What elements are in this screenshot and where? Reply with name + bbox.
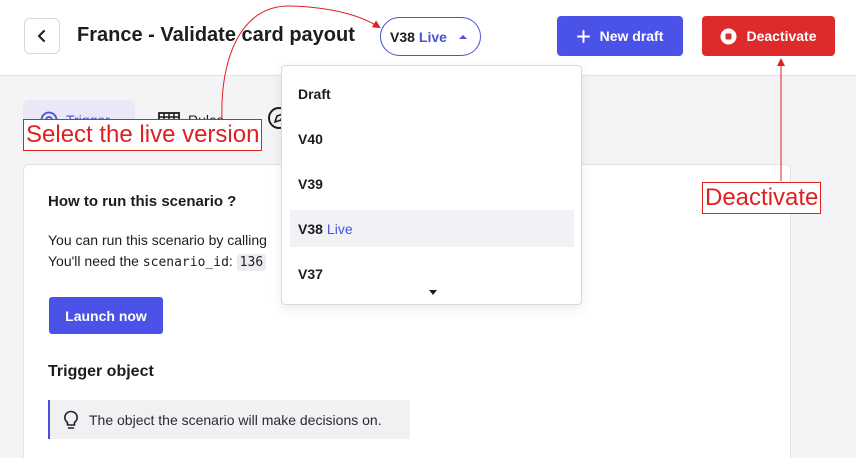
annotation-deactivate: Deactivate — [702, 182, 822, 214]
plus-icon — [576, 29, 590, 43]
launch-now-button[interactable]: Launch now — [49, 297, 163, 334]
page-title: France - Validate card payout — [77, 24, 355, 46]
scenario-id-value: 136 — [236, 254, 267, 271]
run-text-prefix: You'll need the — [48, 253, 143, 269]
run-instructions-line-2: You'll need the scenario_id: 136 — [48, 253, 267, 271]
version-number: V38 — [390, 28, 415, 45]
caret-up-icon — [458, 34, 467, 39]
version-option-label: Draft — [298, 85, 331, 102]
version-selector[interactable]: V38 Live — [380, 17, 481, 56]
new-draft-button[interactable]: New draft — [557, 16, 683, 56]
version-option-label: V38 — [298, 220, 323, 237]
version-option-live-badge: Live — [326, 220, 353, 237]
annotation-select-live-version: Select the live version — [23, 119, 263, 151]
version-dropdown: Draft V40 V39 V38 Live V37 — [281, 65, 582, 305]
lightbulb-icon — [64, 410, 78, 429]
version-option-label: V37 — [298, 265, 323, 282]
version-option-v39[interactable]: V39 — [290, 165, 574, 202]
deactivate-button[interactable]: Deactivate — [702, 16, 835, 56]
trigger-object-heading: Trigger object — [48, 363, 154, 380]
version-live-badge: Live — [418, 28, 447, 45]
new-draft-label: New draft — [599, 28, 664, 44]
version-option-draft[interactable]: Draft — [290, 75, 574, 112]
run-text-separator: : — [228, 253, 237, 269]
run-instructions-line-1: You can run this scenario by calling — [48, 232, 267, 248]
chevron-left-icon — [38, 30, 45, 42]
run-scenario-heading: How to run this scenario ? — [48, 193, 237, 210]
scroll-down-icon[interactable] — [428, 287, 438, 297]
back-button[interactable] — [24, 18, 60, 54]
version-option-label: V40 — [298, 130, 323, 147]
version-option-label: V39 — [298, 175, 323, 192]
version-option-v38[interactable]: V38 Live — [290, 210, 574, 247]
trigger-object-callout: The object the scenario will make decisi… — [48, 400, 410, 439]
scenario-id-key: scenario_id — [142, 255, 229, 270]
deactivate-label: Deactivate — [746, 28, 817, 44]
version-option-v40[interactable]: V40 — [290, 120, 574, 157]
callout-text: The object the scenario will make decisi… — [89, 411, 382, 428]
stop-circle-icon — [720, 28, 737, 44]
